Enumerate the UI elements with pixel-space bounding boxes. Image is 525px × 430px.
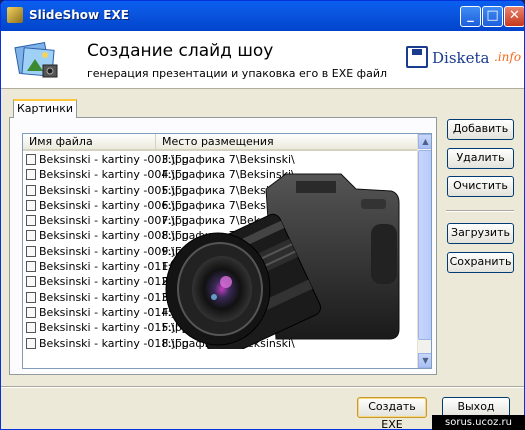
add-button[interactable]: Добавить [447,119,514,140]
column-header-filename[interactable]: Имя файла [23,134,156,150]
image-file-icon [26,337,36,349]
image-file-icon [26,261,36,273]
vertical-scrollbar[interactable]: ▲ ▼ [417,134,431,368]
brand-name: Disketa [432,49,490,67]
file-location: F:\Графика 7\Beksinski\ [162,153,295,166]
column-header-location[interactable]: Место размещения [156,134,417,150]
window-title: SlideShow EXE [29,8,129,22]
create-exe-button[interactable]: Создать EXE [357,397,427,429]
footer-divider [1,386,524,388]
image-file-icon [26,322,36,334]
brand-tld: .info [494,50,522,64]
image-file-icon [26,230,36,242]
slideshow-logo-icon [14,42,58,78]
scroll-up-button[interactable]: ▲ [418,134,431,149]
app-icon [7,7,23,23]
side-separator [446,210,514,212]
camera-image [165,173,400,349]
save-button[interactable]: Сохранить [447,252,514,273]
image-file-icon [26,199,36,211]
image-file-icon [26,276,36,288]
image-file-icon [26,184,36,196]
scroll-down-button[interactable]: ▼ [418,353,431,368]
minimize-button[interactable]: _ [460,6,481,27]
tab-pictures[interactable]: Картинки [13,99,77,118]
app-window: SlideShow EXE _ □ ✕ Создание слайд шоу г… [0,0,525,430]
image-file-icon [26,306,36,318]
clear-button[interactable]: Очистить [447,176,514,197]
image-file-icon [26,291,36,303]
header-title: Создание слайд шоу [87,41,274,61]
site-watermark: sorus.ucoz.ru [432,415,525,430]
image-file-icon [26,154,36,165]
image-file-icon [26,215,36,227]
header-subtitle: генерация презентации и упаковка его в E… [87,67,387,80]
image-file-icon [26,245,36,257]
image-file-icon [26,169,36,181]
maximize-button[interactable]: □ [482,6,503,27]
title-bar[interactable]: SlideShow EXE _ □ ✕ [1,1,524,31]
header-banner: Создание слайд шоу генерация презентации… [1,31,524,89]
brand-logo: Disketa .info [406,43,521,73]
floppy-disk-icon [406,46,428,68]
list-header: Имя файла Место размещения [23,134,417,151]
scroll-thumb[interactable] [418,150,431,340]
remove-button[interactable]: Удалить [447,148,514,169]
load-button[interactable]: Загрузить [447,223,514,244]
close-button[interactable]: ✕ [504,6,524,27]
list-item[interactable]: Beksinski - kartiny -003.jpg F:\Графика 7… [23,152,417,167]
